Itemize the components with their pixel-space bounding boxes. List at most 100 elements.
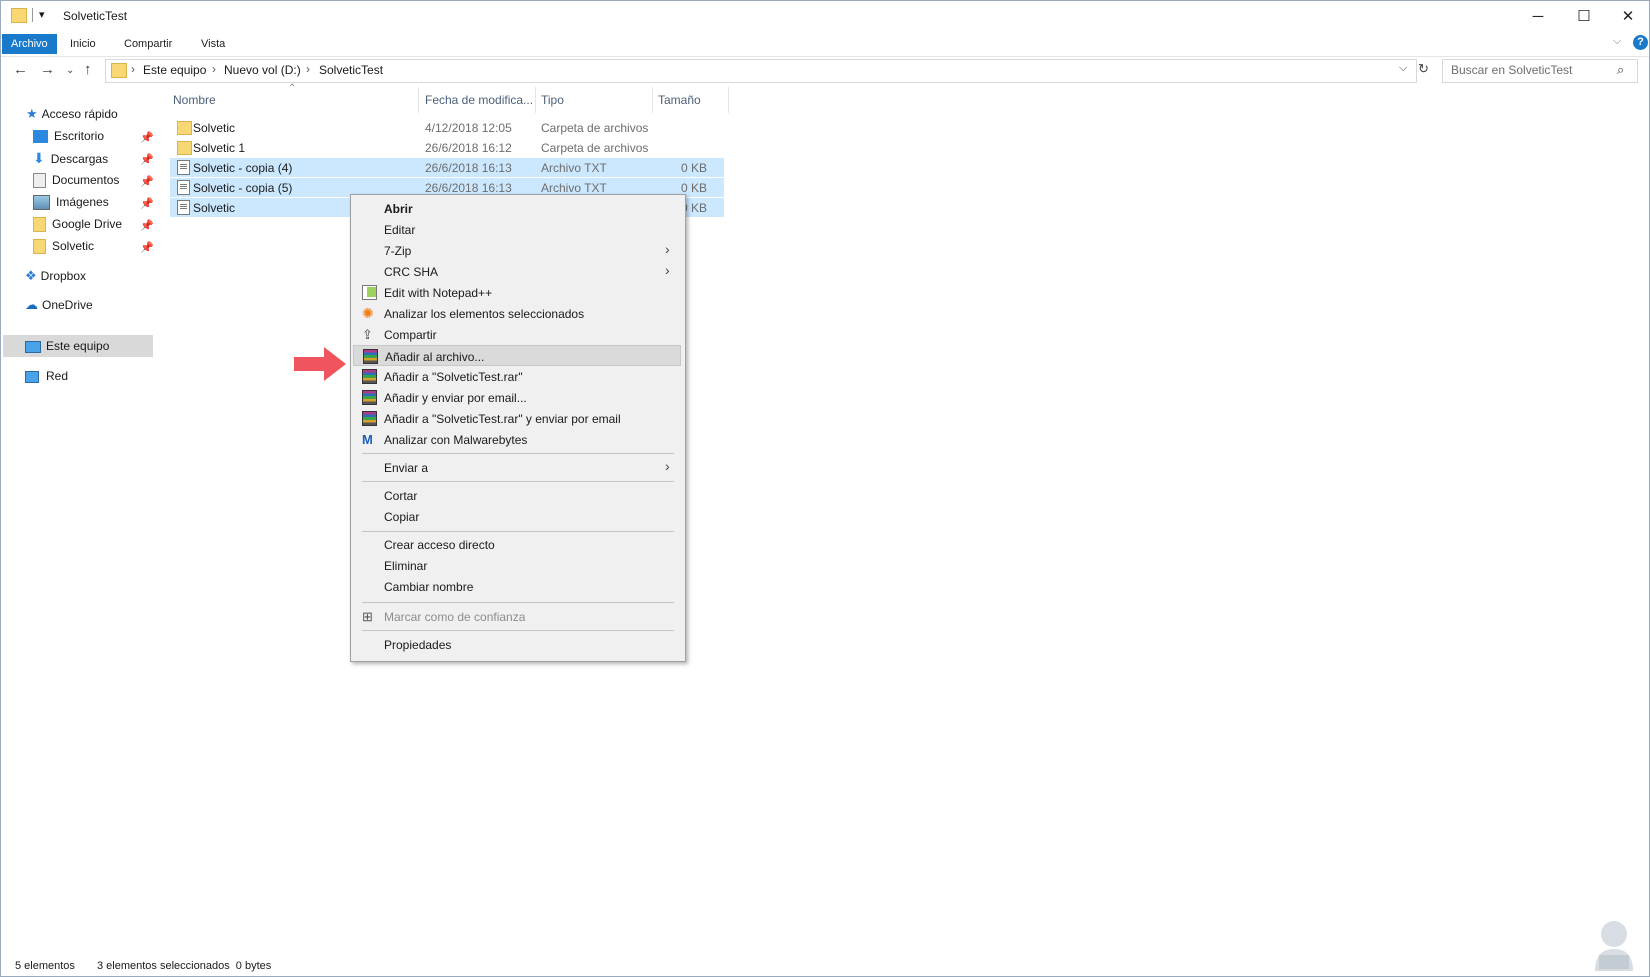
menu-item-anadir-rar-email[interactable]: Añadir a "SolveticTest.rar" y enviar por… (353, 408, 681, 429)
file-type: Archivo TXT (541, 161, 607, 175)
column-header-name[interactable]: Nombre (173, 93, 216, 107)
menu-item-anadir-rar[interactable]: Añadir a "SolveticTest.rar" (353, 366, 681, 387)
breadcrumb-nuevo-vol[interactable]: Nuevo vol (D:) (224, 63, 301, 77)
nav-item-este-equipo[interactable]: Este equipo (25, 335, 109, 357)
menu-item-abrir[interactable]: Abrir (353, 198, 681, 219)
menu-item-analizar[interactable]: ✺ Analizar los elementos seleccionados (353, 303, 681, 324)
text-file-icon (177, 180, 190, 195)
pin-icon[interactable]: 📌 (140, 175, 154, 188)
breadcrumb-solvetictest[interactable]: SolveticTest (319, 63, 383, 77)
winrar-icon (362, 390, 377, 405)
forward-icon[interactable]: → (40, 61, 55, 78)
nav-item-documentos[interactable]: Documentos (33, 169, 119, 191)
menu-item-enviar-a[interactable]: Enviar a › (353, 457, 681, 478)
menu-item-crear-acceso[interactable]: Crear acceso directo (353, 534, 681, 555)
nav-item-red[interactable]: Red (25, 365, 68, 387)
menu-item-anadir-archivo[interactable]: Añadir al archivo... (353, 345, 681, 366)
tab-archivo[interactable]: Archivo (2, 34, 57, 54)
ribbon-expand-icon[interactable]: ⌵ (1613, 35, 1621, 48)
tab-inicio[interactable]: Inicio (61, 34, 105, 54)
column-divider[interactable] (728, 87, 729, 113)
file-name: Solvetic - copia (5) (193, 181, 293, 195)
nav-item-escritorio[interactable]: Escritorio (33, 125, 104, 147)
file-name: Solvetic (193, 121, 236, 135)
file-row[interactable]: Solvetic 4/12/2018 12:05 Carpeta de arch… (170, 118, 724, 137)
menu-separator (362, 481, 674, 482)
menu-label: Enviar a (384, 461, 429, 475)
menu-item-cambiar-nombre[interactable]: Cambiar nombre (353, 576, 681, 597)
minimize-button[interactable]: ─ (1515, 1, 1561, 31)
column-divider[interactable] (535, 87, 536, 113)
address-bar[interactable] (105, 59, 1417, 83)
chevron-right-icon[interactable]: › (212, 62, 216, 76)
refresh-icon[interactable]: ↻ (1418, 61, 1429, 77)
nav-item-acceso-rapido[interactable]: ★ Acceso rápido (26, 103, 118, 125)
chevron-right-icon[interactable]: › (131, 62, 135, 76)
nav-label: Documentos (52, 173, 120, 187)
nav-item-solvetic[interactable]: Solvetic (33, 235, 94, 257)
breadcrumb-este-equipo[interactable]: Este equipo (143, 63, 206, 77)
maximize-button[interactable]: ☐ (1561, 1, 1607, 31)
menu-item-eliminar[interactable]: Eliminar (353, 555, 681, 576)
folder-icon (33, 217, 46, 233)
computer-icon (25, 340, 41, 353)
back-icon[interactable]: ← (13, 61, 28, 78)
column-divider[interactable] (652, 87, 653, 113)
file-date: 26/6/2018 16:13 (425, 181, 512, 195)
menu-item-anadir-email[interactable]: Añadir y enviar por email... (353, 387, 681, 408)
nav-label: Acceso rápido (41, 107, 118, 121)
menu-item-copiar[interactable]: Copiar (353, 506, 681, 527)
column-divider[interactable] (418, 87, 419, 113)
menu-item-notepadpp[interactable]: Edit with Notepad++ (353, 282, 681, 303)
file-row[interactable]: Solvetic - copia (4) 26/6/2018 16:13 Arc… (170, 158, 724, 177)
star-icon: ★ (26, 106, 38, 121)
column-header-date[interactable]: Fecha de modifica... (425, 93, 533, 107)
avast-icon: ✺ (362, 305, 374, 321)
nav-item-google-drive[interactable]: Google Drive (33, 213, 122, 235)
pin-icon[interactable]: 📌 (140, 153, 154, 166)
nav-item-onedrive[interactable]: ☁ OneDrive (25, 294, 93, 316)
tab-compartir[interactable]: Compartir (115, 34, 181, 54)
menu-item-compartir[interactable]: ⇪ Compartir (353, 324, 681, 345)
menu-item-7zip[interactable]: 7-Zip › (353, 240, 681, 261)
tab-vista[interactable]: Vista (192, 34, 234, 54)
column-header-type[interactable]: Tipo (541, 93, 564, 107)
menu-item-crc-sha[interactable]: CRC SHA › (353, 261, 681, 282)
file-size: 0 KB (681, 161, 708, 175)
pin-icon[interactable]: 📌 (140, 131, 154, 144)
nav-item-descargas[interactable]: ⬇ Descargas (33, 147, 108, 169)
menu-label: Añadir y enviar por email... (384, 391, 527, 405)
menu-item-malwarebytes[interactable]: M Analizar con Malwarebytes (353, 429, 681, 450)
menu-item-cortar[interactable]: Cortar (353, 485, 681, 506)
close-button[interactable]: ✕ (1605, 1, 1650, 31)
menu-item-editar[interactable]: Editar (353, 219, 681, 240)
menu-label: Cambiar nombre (384, 580, 474, 594)
nav-item-imagenes[interactable]: Imágenes (33, 191, 109, 213)
pin-icon[interactable]: 📌 (140, 219, 154, 232)
address-dropdown-icon[interactable]: ⌵ (1399, 62, 1407, 75)
nav-label: OneDrive (42, 298, 93, 312)
file-row[interactable]: Solvetic 1 26/6/2018 16:12 Carpeta de ar… (170, 138, 724, 157)
menu-label: Editar (384, 223, 416, 237)
network-icon (25, 370, 39, 383)
up-icon[interactable]: ↑ (84, 61, 92, 78)
column-header-size[interactable]: Tamaño (658, 93, 701, 107)
help-icon[interactable]: ? (1633, 35, 1648, 50)
nav-item-dropbox[interactable]: ❖ Dropbox (25, 265, 86, 287)
nav-label: Solvetic (52, 239, 95, 253)
chevron-right-icon[interactable]: › (306, 62, 310, 76)
window-title: SolveticTest (63, 9, 128, 23)
nav-label: Dropbox (40, 269, 87, 283)
folder-icon (177, 141, 192, 155)
menu-item-propiedades[interactable]: Propiedades (353, 634, 681, 655)
menu-item-marcar-confianza[interactable]: ⊞ Marcar como de confianza (353, 606, 681, 627)
quick-access-dropdown-icon[interactable]: ▾ (39, 8, 45, 21)
file-name: Solvetic 1 (193, 141, 246, 155)
recent-locations-icon[interactable]: ⌄ (66, 65, 74, 76)
folder-icon (33, 239, 46, 255)
pin-icon[interactable]: 📌 (140, 241, 154, 254)
search-icon[interactable]: ⌕ (1617, 62, 1624, 78)
pin-icon[interactable]: 📌 (140, 197, 154, 210)
file-type: Carpeta de archivos (541, 141, 649, 155)
menu-separator (362, 531, 674, 532)
